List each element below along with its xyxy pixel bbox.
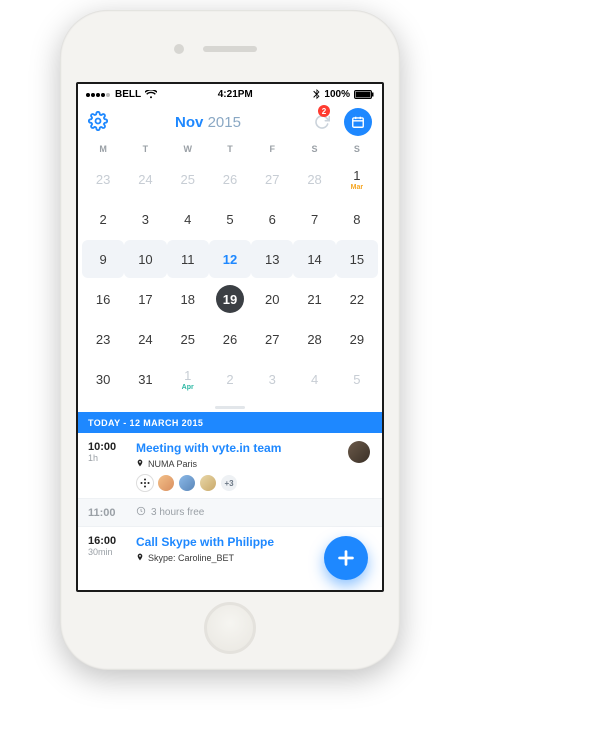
- calendar-day[interactable]: 1Mar: [336, 160, 378, 198]
- calendar-day[interactable]: 23: [82, 320, 124, 358]
- event-time-value: 10:00: [88, 441, 128, 453]
- weekday-label: M: [82, 140, 124, 160]
- avatar: [178, 474, 196, 492]
- calendar-day[interactable]: 25: [167, 160, 209, 198]
- weekday-label: S: [336, 140, 378, 160]
- calendar-day[interactable]: 28: [293, 160, 335, 198]
- add-event-button[interactable]: [324, 536, 368, 580]
- calendar-day[interactable]: 5: [209, 200, 251, 238]
- event-time: 10:00 1h: [88, 441, 128, 492]
- calendar-day[interactable]: 2: [82, 200, 124, 238]
- weekday-label: W: [167, 140, 209, 160]
- weekday-row: MTWTFSS: [78, 140, 382, 160]
- calendar-day[interactable]: 30: [82, 360, 124, 398]
- calendar-day[interactable]: 31: [124, 360, 166, 398]
- calendar-day[interactable]: 26: [209, 320, 251, 358]
- weekday-label: F: [251, 140, 293, 160]
- calendar-day[interactable]: 2: [209, 360, 251, 398]
- event-list[interactable]: 10:00 1h Meeting with vyte.in team NUMA …: [78, 433, 382, 590]
- carrier-label: BELL: [115, 89, 141, 100]
- calendar-day[interactable]: 13: [251, 240, 293, 278]
- phone-frame: BELL 4:21PM 100% Nov: [60, 10, 400, 670]
- today-section-header: TODAY - 12 MARCH 2015: [78, 412, 382, 433]
- calendar-day[interactable]: 17: [124, 280, 166, 318]
- home-button[interactable]: [204, 602, 256, 654]
- calendar-day[interactable]: 11: [167, 240, 209, 278]
- calendar-day[interactable]: 29: [336, 320, 378, 358]
- event-title: Meeting with vyte.in team: [136, 441, 372, 455]
- month-title[interactable]: Nov 2015: [175, 114, 241, 131]
- signal-dots-icon: [86, 89, 111, 100]
- month-label: Nov: [175, 114, 203, 131]
- calendar-day[interactable]: 9: [82, 240, 124, 278]
- pin-icon: [136, 458, 144, 470]
- calendar-grid: 2324252627281Mar234567891011121314151617…: [78, 160, 382, 402]
- calendar-day[interactable]: 16: [82, 280, 124, 318]
- calendar-day[interactable]: 21: [293, 280, 335, 318]
- calendar-day[interactable]: 1Apr: [167, 360, 209, 398]
- calendar-day[interactable]: 4: [293, 360, 335, 398]
- free-slot[interactable]: 11:00 3 hours free: [78, 499, 382, 527]
- app-header: Nov 2015 2: [78, 104, 382, 140]
- calendar-day[interactable]: 26: [209, 160, 251, 198]
- wifi-icon: [145, 90, 157, 99]
- event-duration: 30min: [88, 547, 128, 557]
- clock-label: 4:21PM: [218, 89, 253, 100]
- event-location-text: NUMA Paris: [148, 459, 197, 469]
- app-screen: BELL 4:21PM 100% Nov: [76, 82, 384, 592]
- event-location: NUMA Paris: [136, 458, 372, 470]
- status-bar: BELL 4:21PM 100%: [78, 84, 382, 104]
- avatar: [199, 474, 217, 492]
- calendar-day[interactable]: 23: [82, 160, 124, 198]
- calendar-day[interactable]: 12: [209, 240, 251, 278]
- calendar-day[interactable]: 24: [124, 320, 166, 358]
- calendar-day[interactable]: 10: [124, 240, 166, 278]
- calendar-day[interactable]: 18: [167, 280, 209, 318]
- battery-icon: [354, 90, 374, 99]
- calendar-day[interactable]: 3: [124, 200, 166, 238]
- calendar-day[interactable]: 28: [293, 320, 335, 358]
- free-slot-label: 3 hours free: [151, 507, 204, 518]
- calendar-day[interactable]: 3: [251, 360, 293, 398]
- calendar-day[interactable]: 15: [336, 240, 378, 278]
- calendar-day[interactable]: 24: [124, 160, 166, 198]
- pin-icon: [136, 552, 144, 564]
- calendar-day[interactable]: 5: [336, 360, 378, 398]
- weekday-label: T: [209, 140, 251, 160]
- calendar-day[interactable]: 7: [293, 200, 335, 238]
- battery-label: 100%: [324, 89, 350, 100]
- attendee-avatars: +3: [136, 474, 372, 492]
- bluetooth-icon: [313, 89, 320, 100]
- app-badge-icon: [136, 474, 154, 492]
- avatar-more[interactable]: +3: [220, 474, 238, 492]
- avatar: [157, 474, 175, 492]
- notification-badge[interactable]: 2: [318, 105, 330, 117]
- calendar-day[interactable]: 4: [167, 200, 209, 238]
- calendar-day[interactable]: 27: [251, 320, 293, 358]
- calendar-day[interactable]: 14: [293, 240, 335, 278]
- weekday-label: S: [293, 140, 335, 160]
- free-slot-time: 11:00: [88, 507, 128, 519]
- weekday-label: T: [124, 140, 166, 160]
- phone-camera: [174, 44, 184, 54]
- calendar-view-button[interactable]: [344, 108, 372, 136]
- year-label: 2015: [208, 114, 241, 131]
- calendar-drag-handle[interactable]: [78, 402, 382, 412]
- event-item[interactable]: 10:00 1h Meeting with vyte.in team NUMA …: [78, 433, 382, 499]
- calendar-day[interactable]: 20: [251, 280, 293, 318]
- event-time-value: 16:00: [88, 535, 128, 547]
- calendar-day[interactable]: 27: [251, 160, 293, 198]
- organizer-avatar[interactable]: [348, 441, 370, 463]
- clock-icon: [136, 506, 146, 519]
- phone-speaker: [203, 46, 257, 52]
- calendar-day[interactable]: 25: [167, 320, 209, 358]
- event-duration: 1h: [88, 453, 128, 463]
- calendar-day[interactable]: 8: [336, 200, 378, 238]
- calendar-day-today[interactable]: 19: [216, 285, 244, 313]
- event-location-text: Skype: Caroline_BET: [148, 553, 234, 563]
- event-time: 16:00 30min: [88, 535, 128, 568]
- calendar-day[interactable]: 22: [336, 280, 378, 318]
- settings-button[interactable]: [88, 111, 108, 134]
- calendar-day[interactable]: 6: [251, 200, 293, 238]
